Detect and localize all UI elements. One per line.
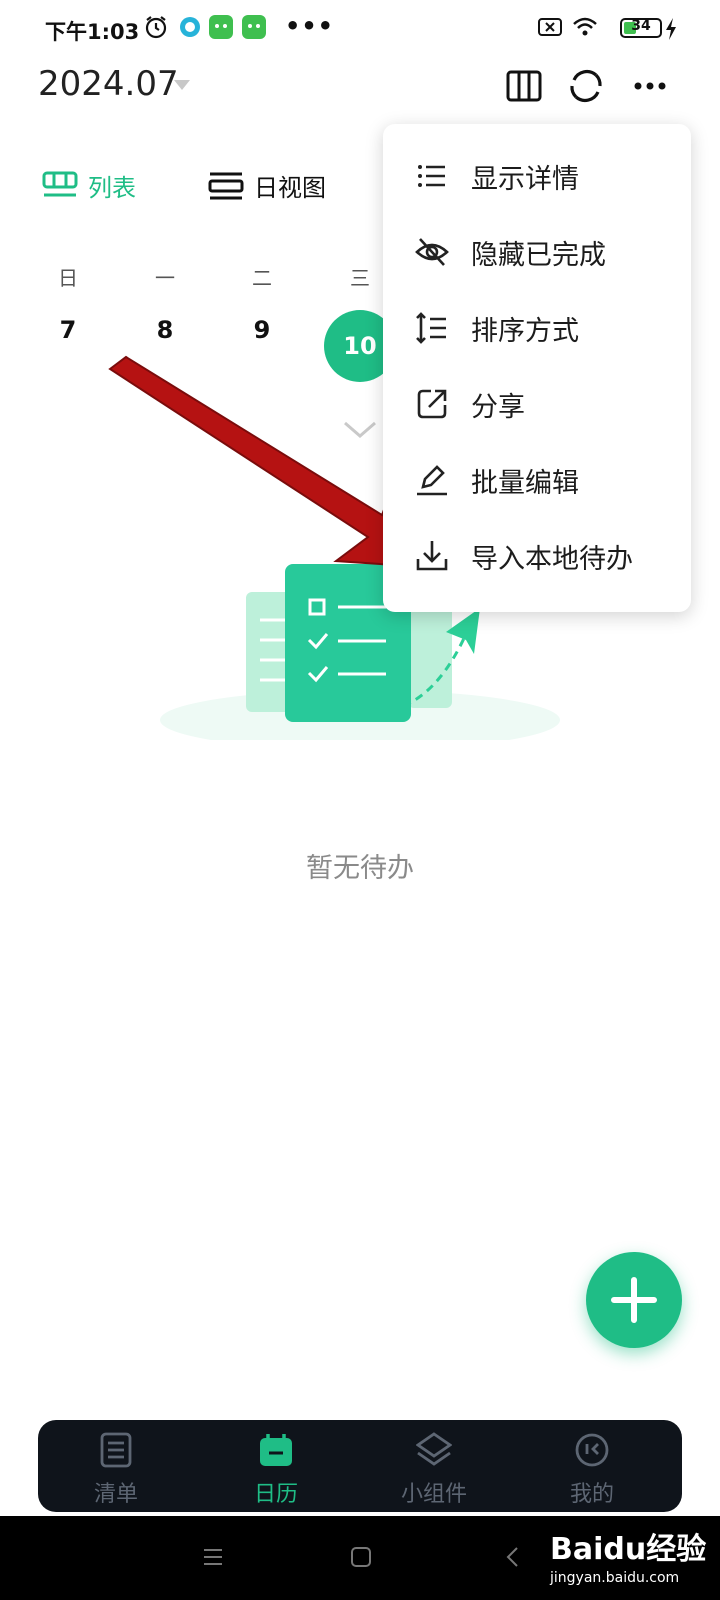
day-view-icon bbox=[208, 172, 244, 199]
sim-off-icon bbox=[538, 18, 562, 36]
bottom-nav: 清单 日历 小组件 我的 bbox=[38, 1420, 682, 1512]
nav-item-calendar[interactable]: 日历 bbox=[216, 1420, 336, 1512]
nav-label: 日历 bbox=[253, 1482, 298, 1507]
menu-item-label: 分享 bbox=[471, 391, 525, 423]
list-view-icon bbox=[42, 171, 78, 196]
calendar-icon bbox=[260, 1434, 292, 1466]
share-icon bbox=[417, 389, 447, 419]
add-todo-button[interactable] bbox=[586, 1252, 682, 1348]
menu-item-label: 排序方式 bbox=[471, 315, 579, 347]
list-icon bbox=[418, 165, 445, 187]
menu-item-label: 显示详情 bbox=[471, 163, 579, 195]
menu-item-label: 隐藏已完成 bbox=[471, 239, 606, 271]
more-notifications-icon: ••• bbox=[285, 12, 335, 40]
weekday-label: 二 bbox=[252, 266, 272, 290]
menu-item-hide-completed[interactable]: 隐藏已完成 bbox=[383, 214, 691, 290]
wifi-icon bbox=[573, 17, 597, 36]
eye-off-icon bbox=[415, 238, 449, 266]
battery-icon: 34 bbox=[620, 18, 662, 38]
list-view-label: 列表 bbox=[88, 174, 136, 202]
charging-icon bbox=[666, 18, 676, 40]
more-icon[interactable] bbox=[630, 66, 670, 106]
annotation-arrow bbox=[108, 355, 426, 569]
back-icon[interactable] bbox=[502, 1546, 524, 1568]
sync-icon[interactable] bbox=[566, 66, 606, 106]
nav-item-list[interactable]: 清单 bbox=[56, 1420, 176, 1512]
list-doc-icon bbox=[100, 1432, 132, 1468]
weekday-label: 日 bbox=[58, 266, 78, 290]
status-time: 下午1:03 bbox=[45, 20, 140, 44]
month-selector[interactable]: 2024.07 bbox=[38, 64, 179, 104]
nav-label: 清单 bbox=[93, 1482, 138, 1507]
plus-icon bbox=[611, 1277, 657, 1323]
weekday-label: 三 bbox=[350, 266, 370, 290]
watermark-url: jingyan.baidu.com bbox=[550, 1570, 680, 1586]
chat-app-icon-2 bbox=[242, 15, 266, 39]
nav-label: 我的 bbox=[569, 1482, 614, 1507]
watermark-logo: Baidu经验 bbox=[550, 1532, 707, 1567]
sort-icon bbox=[416, 312, 446, 344]
empty-state-text: 暂无待办 bbox=[306, 853, 414, 884]
menu-item-sort[interactable]: 排序方式 bbox=[383, 290, 691, 366]
menu-item-label: 导入本地待办 bbox=[471, 543, 633, 575]
menu-item-share[interactable]: 分享 bbox=[383, 366, 691, 442]
menu-item-label: 批量编辑 bbox=[471, 467, 579, 499]
chat-app-icon bbox=[209, 15, 233, 39]
menu-item-show-details[interactable]: 显示详情 bbox=[383, 138, 691, 214]
alarm-icon bbox=[145, 16, 167, 39]
day-view-tab[interactable]: 日视图 bbox=[208, 168, 326, 203]
nav-item-profile[interactable]: 我的 bbox=[532, 1420, 652, 1512]
menu-item-import-local-todos[interactable]: 导入本地待办 bbox=[383, 518, 691, 594]
weekday-label: 一 bbox=[155, 266, 175, 290]
profile-icon bbox=[575, 1433, 609, 1467]
day-cell[interactable]: 8 bbox=[135, 316, 195, 344]
nav-label: 小组件 bbox=[400, 1482, 467, 1507]
day-cell[interactable]: 9 bbox=[232, 316, 292, 344]
home-icon[interactable] bbox=[350, 1546, 372, 1568]
column-view-icon[interactable] bbox=[504, 66, 544, 106]
layers-icon bbox=[416, 1432, 452, 1466]
list-view-tab[interactable]: 列表 bbox=[42, 168, 136, 203]
app-notification-icon bbox=[180, 17, 200, 37]
watermark: Baidu经验 jingyan.baidu.com bbox=[550, 1524, 706, 1586]
day-view-label: 日视图 bbox=[254, 174, 326, 202]
download-icon bbox=[416, 541, 448, 571]
day-cell[interactable]: 7 bbox=[38, 316, 98, 344]
menu-icon[interactable] bbox=[202, 1546, 224, 1568]
chevron-down-icon[interactable] bbox=[174, 80, 190, 90]
battery-level: 34 bbox=[631, 18, 651, 34]
edit-icon bbox=[417, 465, 447, 496]
nav-item-widgets[interactable]: 小组件 bbox=[374, 1420, 494, 1512]
more-options-menu: 显示详情 隐藏已完成 排序方式 分享 批量编辑 导入本地待办 bbox=[383, 124, 691, 612]
menu-item-batch-edit[interactable]: 批量编辑 bbox=[383, 442, 691, 518]
